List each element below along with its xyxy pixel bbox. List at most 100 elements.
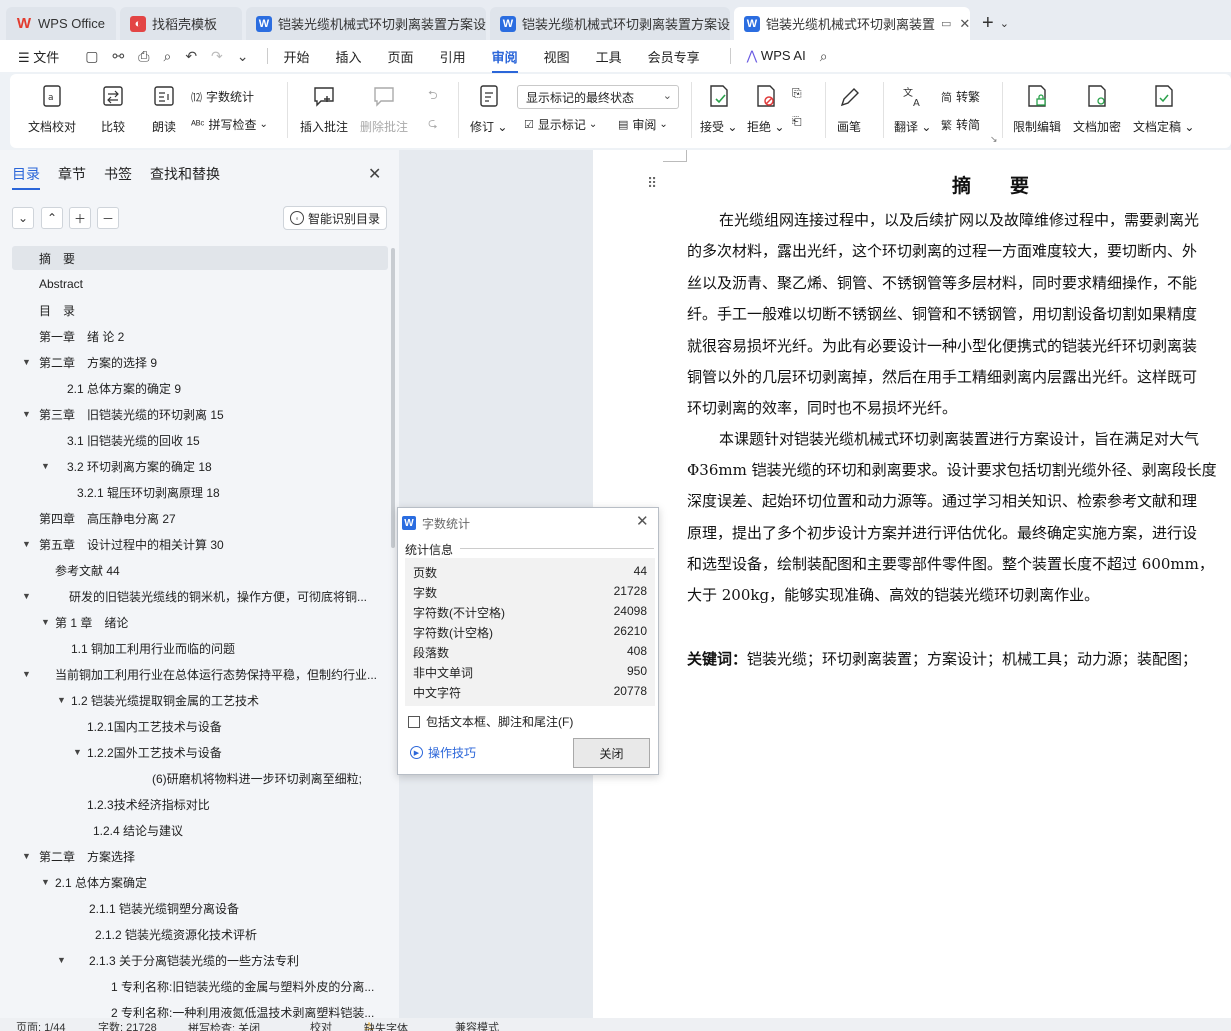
toc-item[interactable]: ▼ 当前铜加工利用行业在总体运行态势保持平稳，但制约行业...	[12, 662, 388, 686]
menu-references[interactable]: 引用	[440, 47, 466, 66]
toc-item[interactable]: 2.1.2 铠装光缆资源化技术评析	[12, 922, 388, 946]
expand-arrow-icon[interactable]: ▼	[22, 591, 31, 601]
doc-check-button[interactable]: a 文档校对	[28, 84, 76, 135]
toc-item[interactable]: ▼ 2.1 总体方案确定	[12, 870, 388, 894]
toc-item[interactable]: ▼ 3.2 环切剥离方案的确定 18	[12, 454, 388, 478]
menu-home[interactable]: 开始	[284, 47, 310, 66]
tab-document[interactable]: W 铠装光缆机械式环切剥离装置方案设计	[246, 7, 486, 40]
toc-item[interactable]: 1 专利名称:旧铠装光缆的金属与塑料外皮的分离...	[12, 974, 388, 998]
print-preview-icon[interactable]: ⌕	[163, 48, 171, 65]
expand-arrow-icon[interactable]: ▼	[22, 669, 31, 679]
monitor-icon[interactable]: ▭	[941, 17, 951, 30]
expand-arrow-icon[interactable]: ▼	[41, 617, 50, 627]
prev-comment-icon[interactable]: ⮌	[428, 86, 438, 107]
toc-item[interactable]: 1.2.1国内工艺技术与设备	[12, 714, 388, 738]
save-icon[interactable]: ▢	[85, 48, 98, 65]
expand-arrow-icon[interactable]: ▼	[41, 461, 50, 471]
toc-item[interactable]: 第四章 高压静电分离 27	[12, 506, 388, 530]
accept-button[interactable]: 接受 ⌄	[700, 84, 737, 135]
tab-wps-home[interactable]: W WPS Office	[6, 7, 116, 40]
show-markup-button[interactable]: ☑ 显示标记 ⌄	[524, 116, 597, 133]
toc-item[interactable]: ▼ 第五章 设计过程中的相关计算 30	[12, 532, 388, 556]
drag-handle-icon[interactable]: ⠿	[647, 175, 657, 192]
page-indicator[interactable]: 页面: 1/44	[16, 1019, 66, 1031]
translate-button[interactable]: 文A 翻译 ⌄	[894, 84, 931, 135]
toc-item[interactable]: 目 录	[12, 298, 388, 322]
collapse-down-button[interactable]: ⌄	[12, 207, 34, 229]
checkbox[interactable]	[408, 715, 420, 728]
reject-button[interactable]: 拒绝 ⌄	[747, 84, 784, 135]
toc-item[interactable]: 1.1 铜加工利用行业而临的问题	[12, 636, 388, 660]
finalize-button[interactable]: 文档定稿 ⌄	[1133, 84, 1194, 135]
track-changes-button[interactable]: 修订 ⌄	[470, 84, 507, 135]
markup-display-select[interactable]: 显示标记的最终状态 ⌄	[517, 85, 679, 109]
toc-scrollbar[interactable]	[391, 248, 395, 548]
toc-item[interactable]: (6)研磨机将物料进一步环切剥离至细粒;	[12, 766, 388, 790]
close-button[interactable]: 关闭	[573, 738, 650, 768]
toc-item[interactable]: 1.2.3技术经济指标对比	[12, 792, 388, 816]
smart-toc-button[interactable]: ◦ 智能识别目录	[283, 206, 387, 230]
tab-docer[interactable]: ◐ 找稻壳模板	[120, 7, 242, 40]
chevron-down-icon[interactable]: ⌄	[237, 48, 249, 65]
menu-member[interactable]: 会员专享	[648, 47, 700, 66]
close-tab-icon[interactable]: ✕	[959, 16, 970, 32]
search-icon[interactable]: ⌕	[820, 48, 828, 65]
restrict-edit-button[interactable]: 限制编辑	[1013, 84, 1061, 135]
spell-check-button[interactable]: ᴬᴮᶜ 拼写检查 ⌄	[191, 116, 268, 133]
toc-item[interactable]: Abstract	[12, 272, 388, 296]
word-count-status[interactable]: 字数: 21728	[98, 1019, 157, 1031]
close-icon[interactable]: ✕	[636, 512, 649, 530]
toc-item[interactable]: 2.1 总体方案的确定 9	[12, 376, 388, 400]
toc-item[interactable]: 1.2.4 结论与建议	[12, 818, 388, 842]
to-traditional-button[interactable]: 简转繁	[941, 88, 980, 105]
expand-arrow-icon[interactable]: ▼	[22, 409, 31, 419]
spell-check-status[interactable]: 拼写检查: 关闭 ⌄	[188, 1019, 260, 1031]
link-icon[interactable]: ⚯	[113, 48, 125, 65]
close-panel-icon[interactable]: ✕	[368, 164, 381, 184]
review-pane-button[interactable]: ▤ 审阅 ⌄	[618, 116, 668, 133]
tab-bookmarks[interactable]: 书签	[104, 164, 132, 184]
toc-item[interactable]: ▼ 第二章 方案的选择 9	[12, 350, 388, 374]
tab-chapters[interactable]: 章节	[58, 164, 86, 184]
expand-arrow-icon[interactable]: ▼	[22, 539, 31, 549]
toc-item[interactable]: ▼ 第 1 章 绪论	[12, 610, 388, 634]
toc-item[interactable]: 3.1 旧铠装光缆的回收 15	[12, 428, 388, 452]
menu-view[interactable]: 视图	[544, 47, 570, 66]
expand-up-button[interactable]: ⌃	[41, 207, 63, 229]
toc-item[interactable]: ▼ 1.2 铠装光缆提取铜金属的工艺技术	[12, 688, 388, 712]
include-textbox-checkbox[interactable]: 包括文本框、脚注和尾注(F)	[408, 713, 573, 730]
toc-item[interactable]: 2.1.1 铠装光缆铜塑分离设备	[12, 896, 388, 920]
new-tab-button[interactable]: + ⌄	[974, 7, 1017, 40]
to-simplified-button[interactable]: 繁转简	[941, 116, 980, 133]
expand-arrow-icon[interactable]: ▼	[22, 851, 31, 861]
read-aloud-button[interactable]: 朗读	[151, 84, 177, 135]
toc-item[interactable]: ▼ 2.1.3 关于分离铠装光缆的一些方法专利	[12, 948, 388, 972]
menu-review[interactable]: 审阅	[491, 47, 518, 73]
delete-comment-button[interactable]: 删除批注	[360, 84, 408, 135]
expand-arrow-icon[interactable]: ▼	[73, 747, 82, 757]
menu-page[interactable]: 页面	[388, 47, 414, 66]
redo-icon[interactable]: ↷	[211, 48, 223, 65]
word-count-button[interactable]: ⑿ 字数统计	[191, 88, 254, 105]
tab-document-active[interactable]: W 铠装光缆机械式环切剥离装置 ▭ ✕	[734, 7, 970, 40]
pen-button[interactable]: 画笔	[836, 84, 862, 135]
menu-insert[interactable]: 插入	[336, 47, 362, 66]
prev-change-icon[interactable]: ⎘	[792, 86, 802, 101]
toc-item[interactable]: ▼ 第二章 方案选择	[12, 844, 388, 868]
proof-status[interactable]: 校对	[310, 1019, 332, 1031]
add-level-button[interactable]: ＋	[69, 207, 91, 229]
file-menu[interactable]: ☰ 文件	[18, 47, 59, 66]
compare-button[interactable]: 比较	[100, 84, 126, 135]
expand-arrow-icon[interactable]: ▼	[41, 877, 50, 887]
toc-item[interactable]: 参考文献 44	[12, 558, 388, 582]
menu-tools[interactable]: 工具	[596, 47, 622, 66]
tips-link[interactable]: ▶ 操作技巧	[410, 744, 476, 761]
toc-item[interactable]: 3.2.1 辊压环切剥离原理 18	[12, 480, 388, 504]
expand-arrow-icon[interactable]: ▼	[22, 357, 31, 367]
expand-arrow-icon[interactable]: ▼	[57, 695, 66, 705]
toc-item[interactable]: 摘 要	[12, 246, 388, 270]
toc-item[interactable]: 第一章 绪 论 2	[12, 324, 388, 348]
toc-item[interactable]: ▼ 1.2.2国外工艺技术与设备	[12, 740, 388, 764]
expand-group-icon[interactable]: ↘	[990, 134, 998, 145]
insert-comment-button[interactable]: 插入批注	[300, 84, 348, 135]
